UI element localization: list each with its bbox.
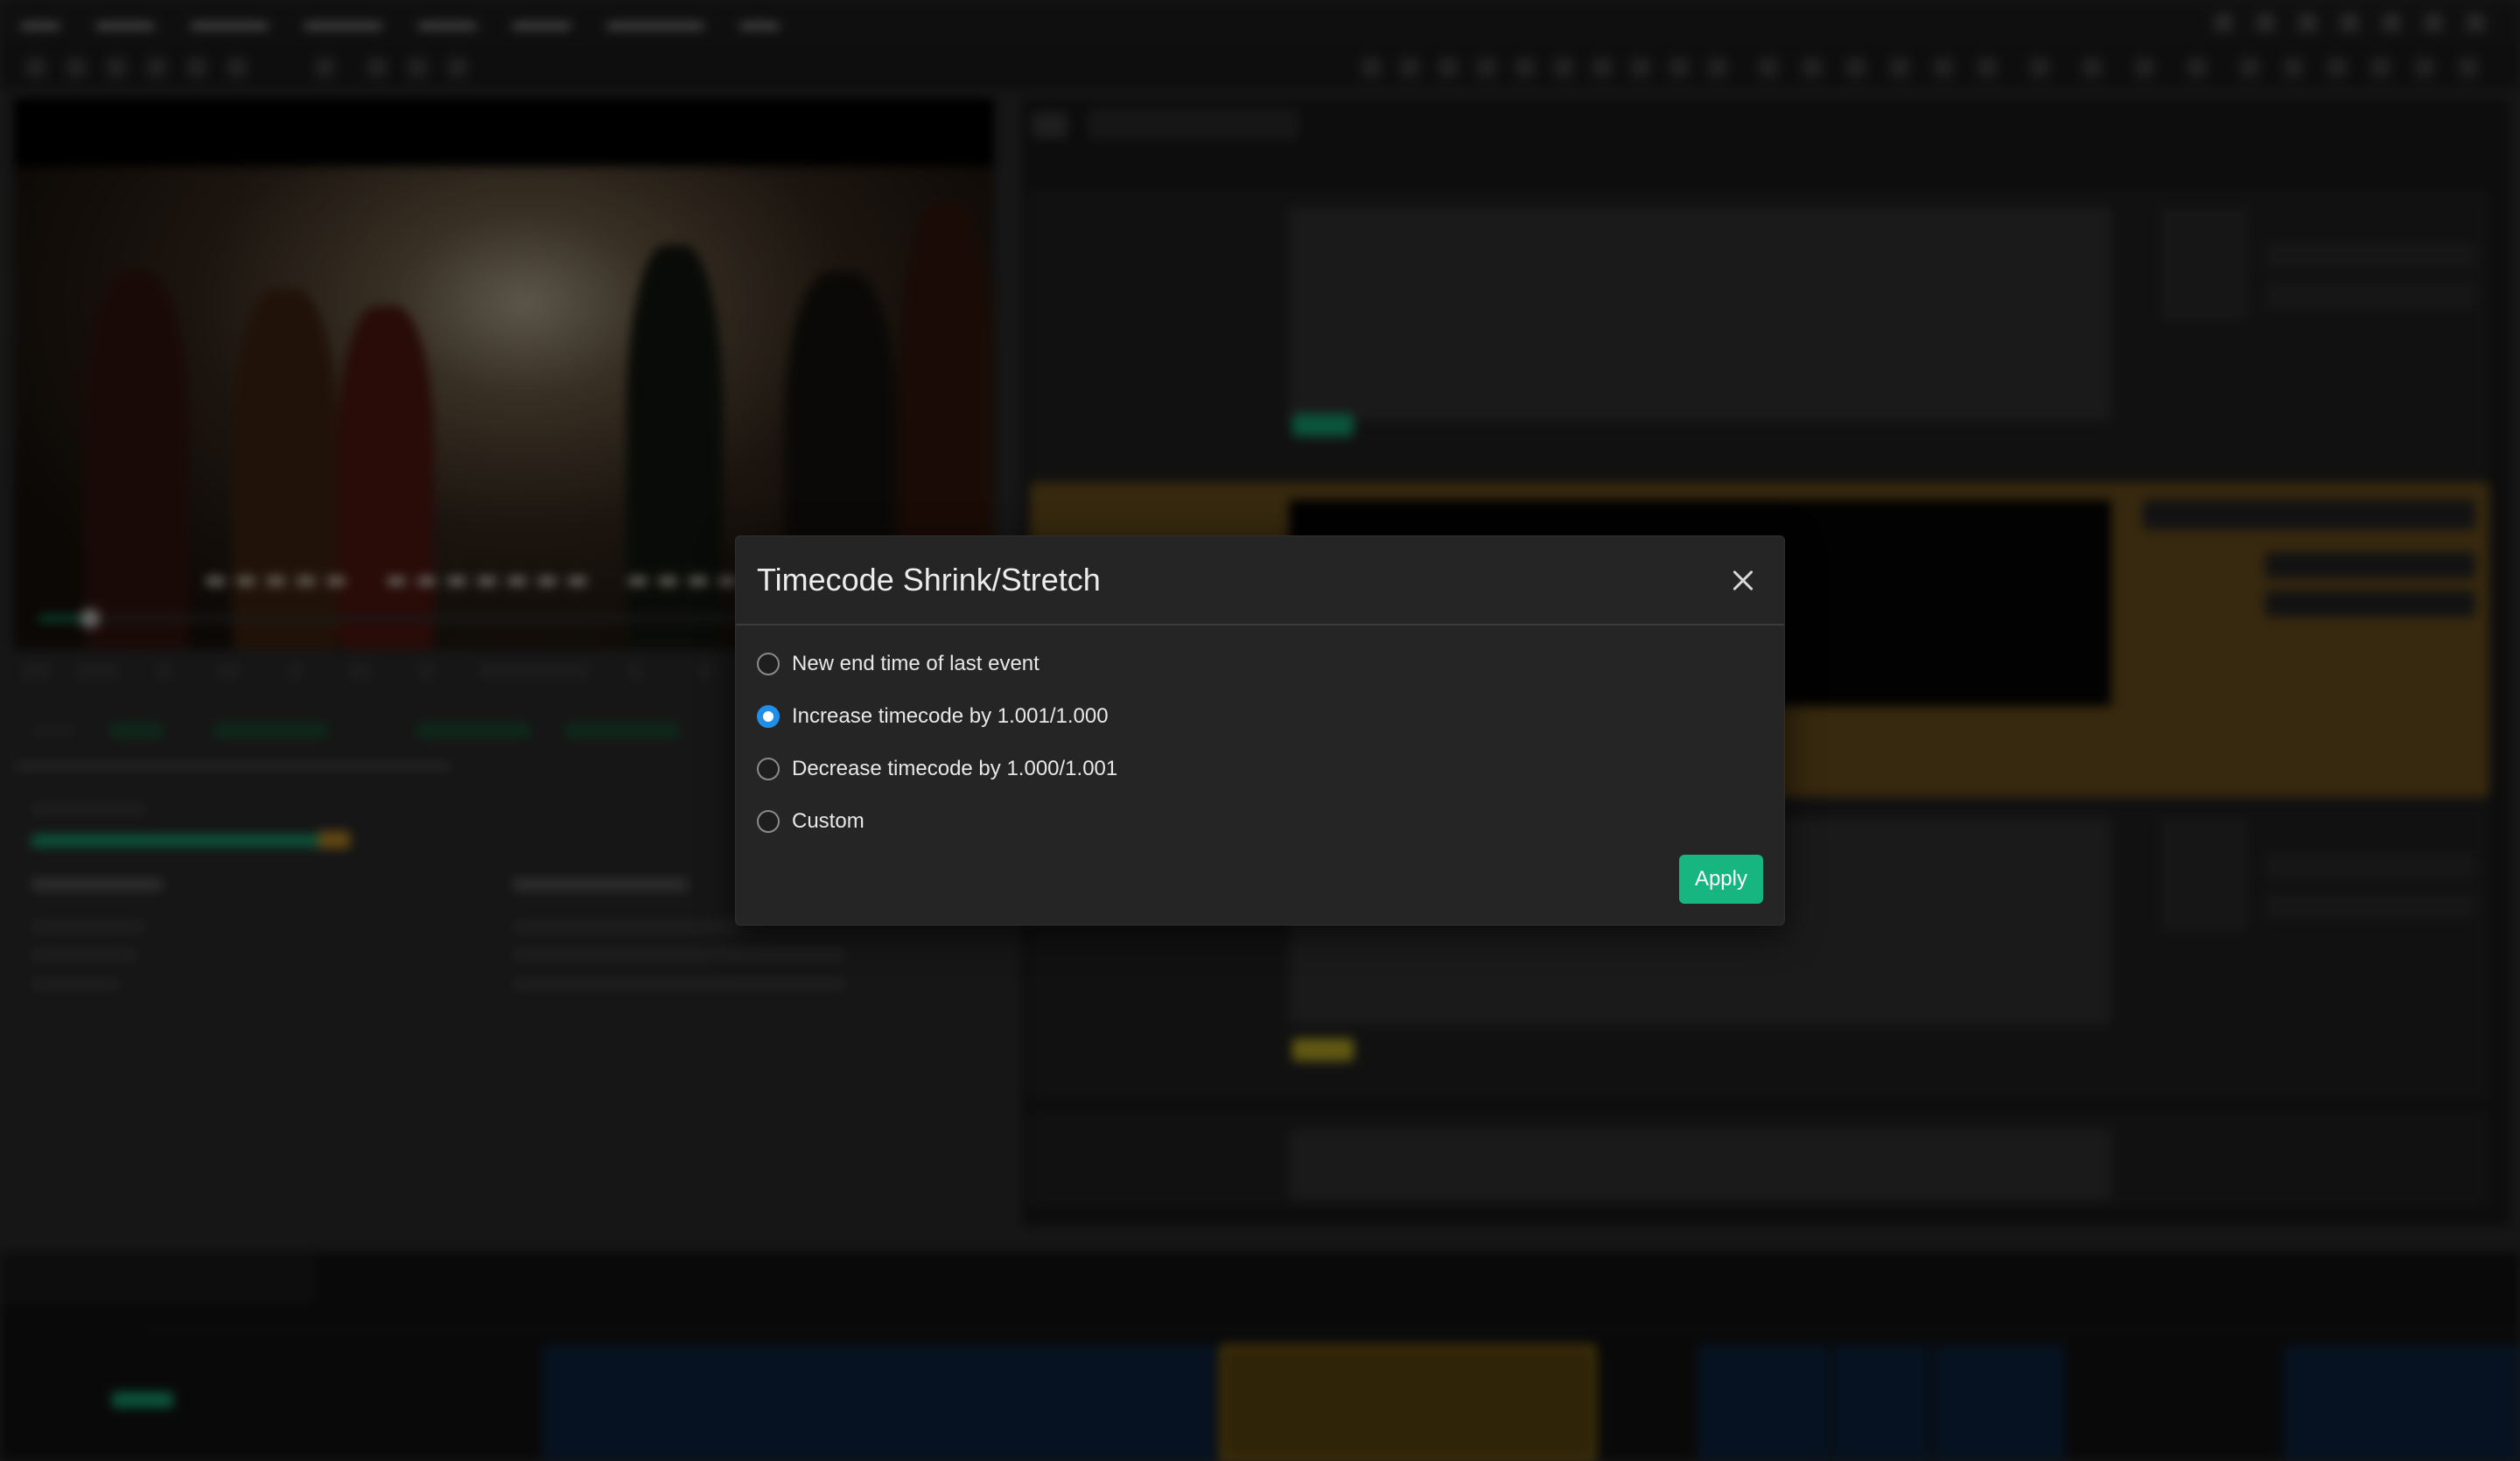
apply-button[interactable]: Apply	[1678, 855, 1763, 904]
option-decrease-timecode[interactable]: Decrease timecode by 1.000/1.001	[757, 743, 1763, 795]
close-icon[interactable]	[1723, 560, 1763, 600]
option-increase-timecode[interactable]: Increase timecode by 1.001/1.000	[757, 690, 1763, 743]
radio-button[interactable]	[757, 810, 780, 833]
option-custom[interactable]: Custom	[757, 795, 1763, 848]
option-label: Increase timecode by 1.001/1.000	[792, 704, 1109, 728]
radio-button[interactable]	[757, 705, 780, 728]
radio-button[interactable]	[757, 758, 780, 780]
dialog-title: Timecode Shrink/Stretch	[757, 562, 1101, 598]
option-label: Decrease timecode by 1.000/1.001	[792, 757, 1118, 780]
option-label: New end time of last event	[792, 652, 1040, 675]
radio-button[interactable]	[757, 653, 780, 675]
timecode-shrink-stretch-dialog: Timecode Shrink/Stretch New end time of …	[735, 535, 1785, 926]
dialog-header: Timecode Shrink/Stretch	[736, 536, 1784, 626]
dialog-footer: Apply	[1678, 855, 1763, 904]
option-list: New end time of last event Increase time…	[736, 626, 1784, 848]
option-label: Custom	[792, 809, 864, 833]
option-new-end-time[interactable]: New end time of last event	[757, 638, 1763, 690]
